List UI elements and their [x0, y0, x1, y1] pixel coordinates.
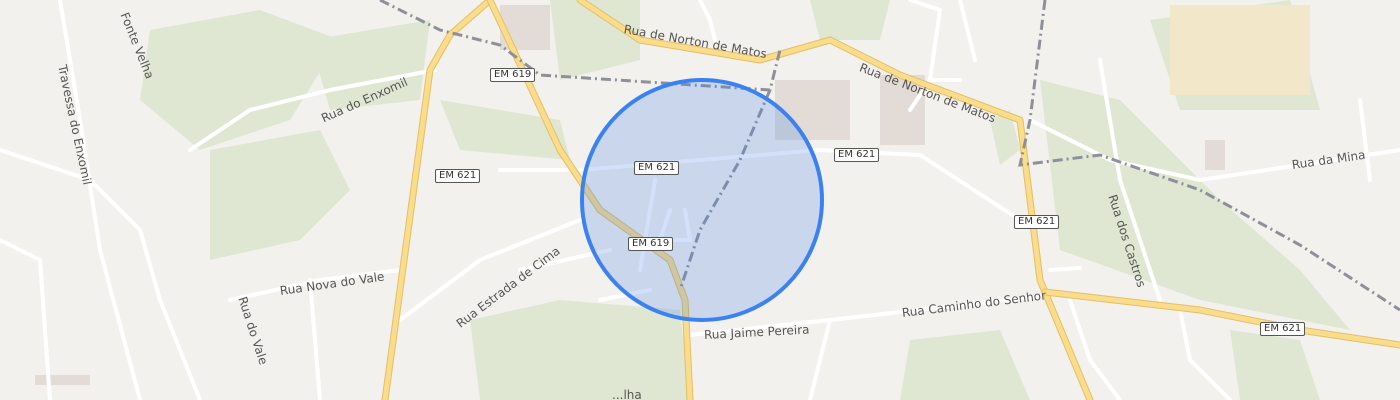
route-shield-em621-left: EM 621 [435, 169, 481, 183]
route-shield-em619-top: EM 619 [490, 68, 536, 82]
street-label-partial-bottom: ...lha [612, 388, 642, 400]
route-shield-em621-right: EM 621 [1014, 215, 1060, 229]
route-shield-em621-right-top: EM 621 [834, 148, 880, 162]
location-accuracy-circle [580, 78, 824, 322]
route-shield-em621-center: EM 621 [634, 161, 680, 175]
route-shield-em619-center: EM 619 [628, 237, 674, 251]
map-view[interactable]: Fonte Velha Travessa do Enxomil Rua do E… [0, 0, 1400, 400]
route-shield-em621-far-right: EM 621 [1260, 322, 1306, 336]
